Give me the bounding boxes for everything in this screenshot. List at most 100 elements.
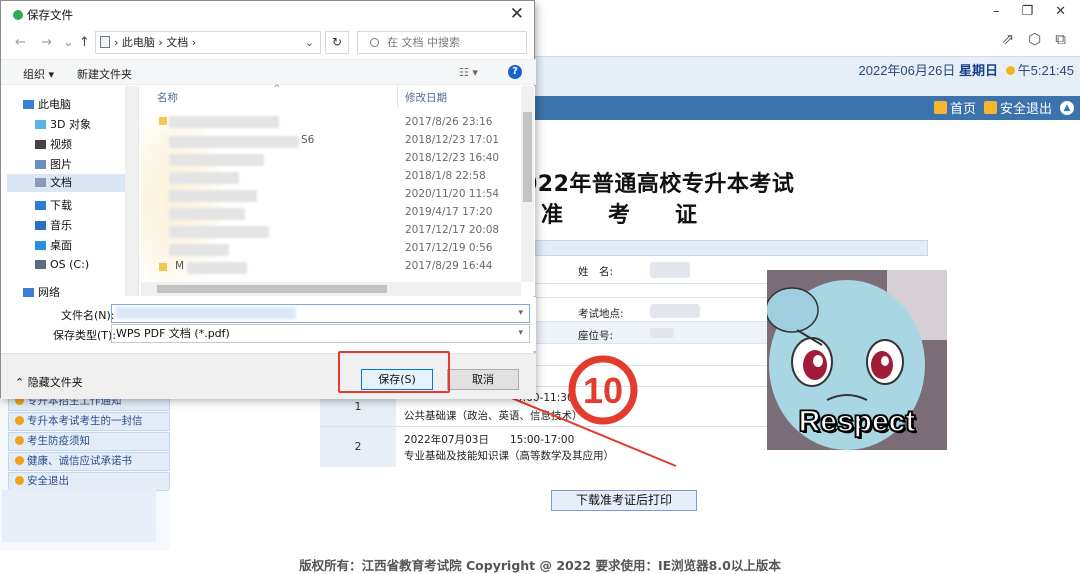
cancel-button[interactable]: 取消 — [447, 369, 519, 390]
meme-image: Respect — [767, 270, 947, 450]
chevron-down-icon[interactable]: ▾ — [518, 325, 523, 342]
bullet-icon — [15, 456, 24, 465]
file-name-prefix: M — [175, 260, 185, 272]
file-list: 名称 ^ 修改日期 2017/8/26 23:16 S6 2018/12/23 … — [141, 84, 535, 296]
recent-locations-icon[interactable]: ⌄ — [63, 35, 74, 50]
chevron-down-icon[interactable]: ▾ — [518, 305, 523, 322]
nav-item-downloads[interactable]: 下载 — [35, 197, 72, 213]
nav-pane-scrollbar[interactable] — [125, 86, 138, 296]
nav-item-label: 文档 — [50, 176, 72, 189]
file-date: 2018/1/8 22:58 — [405, 170, 486, 182]
chevron-down-icon[interactable]: ⌄ — [305, 32, 314, 53]
file-name-blurred[interactable] — [187, 262, 247, 274]
nav-item-label: 图片 — [50, 158, 72, 171]
filename-input[interactable]: ▾ — [111, 304, 530, 323]
nav-item-videos[interactable]: 视频 — [35, 136, 72, 152]
sidebar-item-label: 健康、诚信应试承诺书 — [27, 455, 132, 467]
nav-item-label: 3D 对象 — [50, 118, 91, 131]
home-link[interactable]: 首页 — [933, 98, 976, 117]
download-print-button[interactable]: 下载准考证后打印 — [551, 490, 697, 511]
search-placeholder: 在 文档 中搜索 — [387, 36, 460, 49]
nav-item-desktop[interactable]: 桌面 — [35, 237, 72, 253]
file-date: 2017/12/17 20:08 — [405, 224, 500, 236]
nav-item-os-drive[interactable]: OS (C:) — [35, 258, 89, 271]
refresh-icon[interactable]: ↻ — [325, 31, 349, 54]
schedule-subject: 公共基础课（政治、英语、信息技术） — [404, 410, 583, 422]
new-folder-button[interactable]: 新建文件夹 — [77, 66, 132, 82]
search-icon — [370, 38, 379, 47]
file-name-blurred[interactable] — [169, 136, 299, 148]
nav-item-documents[interactable]: 文档 — [7, 174, 125, 192]
music-icon — [35, 221, 46, 230]
filename-value-blurred — [116, 307, 296, 319]
close-icon[interactable]: ✕ — [510, 4, 524, 24]
home-link-label: 首页 — [949, 102, 976, 117]
sidebar-item-epidemic[interactable]: 考生防疫须知 — [8, 432, 170, 451]
hide-folders-label: 隐藏文件夹 — [27, 376, 83, 389]
sort-chevron-icon: ^ — [273, 84, 281, 94]
desktop-icon — [35, 241, 46, 250]
sidebar-item-pledge[interactable]: 健康、诚信应试承诺书 — [8, 452, 170, 471]
seat-value-blurred — [650, 328, 674, 338]
bullet-icon — [15, 416, 24, 425]
column-header-name[interactable]: 名称 — [157, 90, 178, 105]
logout-link[interactable]: 安全退出 — [983, 98, 1052, 117]
filename-label: 文件名(N): — [61, 309, 115, 322]
hide-folders-toggle[interactable]: ⌃ 隐藏文件夹 — [15, 374, 83, 390]
location-value-blurred — [650, 304, 700, 318]
restore-icon[interactable]: ❐ — [1021, 4, 1033, 19]
sidebar-icon[interactable]: ⧉ — [1055, 30, 1066, 48]
file-date: 2019/4/17 17:20 — [405, 206, 493, 218]
share-icon[interactable]: ⇗ — [1002, 30, 1015, 48]
nav-item-label: OS (C:) — [50, 258, 90, 271]
scroll-up-icon[interactable]: ▲ — [1060, 100, 1074, 115]
horizontal-scroll-thumb[interactable] — [157, 285, 387, 293]
address-bar[interactable]: › 此电脑 › 文档 › ⌄ — [95, 31, 321, 54]
extension-icon[interactable]: ⬡ — [1028, 30, 1041, 48]
drive-icon — [35, 260, 46, 269]
minimize-icon[interactable]: – — [993, 4, 1000, 19]
nav-links: 首页 安全退出 ▲ — [933, 98, 1074, 117]
sidebar-item-letter[interactable]: 专升本考试考生的一封信 — [8, 412, 170, 431]
file-name-blurred[interactable] — [169, 244, 229, 256]
organize-menu[interactable]: 组织 ▾ — [23, 66, 54, 82]
view-options-icon[interactable]: ☷ ▾ — [459, 66, 478, 79]
vertical-scroll-thumb[interactable] — [523, 112, 532, 202]
sidebar-item-logout[interactable]: 安全退出 — [8, 472, 170, 491]
exam-title: 022年普通高校专升本考试 — [522, 172, 795, 197]
filetype-select[interactable]: WPS PDF 文档 (*.pdf) ▾ — [111, 324, 530, 343]
back-arrow-icon[interactable]: ← — [15, 35, 26, 50]
nav-item-label: 音乐 — [50, 219, 72, 232]
meme-caption: Respect — [798, 404, 916, 439]
column-header-date[interactable]: 修改日期 — [405, 90, 447, 105]
file-name-blurred[interactable] — [169, 116, 279, 128]
location-label: 考试地点: — [578, 308, 624, 320]
nav-item-this-pc[interactable]: 此电脑 — [23, 96, 71, 112]
file-name-blurred[interactable] — [169, 226, 269, 238]
datetime-display: 2022年06月26日 星期日 午5:21:45 — [859, 60, 1074, 79]
help-icon[interactable]: ? — [508, 65, 522, 79]
file-name-blurred[interactable] — [169, 172, 239, 184]
nav-item-music[interactable]: 音乐 — [35, 217, 72, 233]
nav-item-label: 下载 — [50, 199, 72, 212]
save-form: 文件名(N): ▾ 保存类型(T): WPS PDF 文档 (*.pdf) ▾ — [1, 297, 536, 351]
file-name-blurred[interactable] — [169, 154, 264, 166]
up-folder-icon[interactable]: ↑ — [79, 35, 90, 50]
file-name-blurred[interactable] — [169, 208, 245, 220]
nav-item-label: 此电脑 — [38, 98, 71, 111]
network-icon — [23, 288, 34, 297]
site-footer: 版权所有：江西省教育考试院 Copyright @ 2022 要求使用：IE浏览… — [299, 558, 781, 573]
schedule-time: 2022年07月03日 15:00-17:00 — [404, 434, 575, 446]
column-divider[interactable] — [397, 86, 398, 108]
nav-item-3d-objects[interactable]: 3D 对象 — [35, 116, 91, 132]
dialog-toolbar: 组织 ▾ 新建文件夹 ☷ ▾ ? — [1, 59, 536, 85]
forward-arrow-icon[interactable]: → — [41, 35, 52, 50]
sidebar-item-label: 专升本考试考生的一封信 — [27, 415, 143, 427]
filetype-label: 保存类型(T): — [53, 329, 117, 342]
file-name-blurred[interactable] — [169, 190, 257, 202]
dialog-title-text: 保存文件 — [27, 8, 73, 22]
logout-icon — [983, 101, 997, 114]
nav-item-pictures[interactable]: 图片 — [35, 156, 72, 172]
search-input[interactable]: 在 文档 中搜索 — [357, 31, 527, 54]
close-window-icon[interactable]: ✕ — [1055, 4, 1066, 19]
